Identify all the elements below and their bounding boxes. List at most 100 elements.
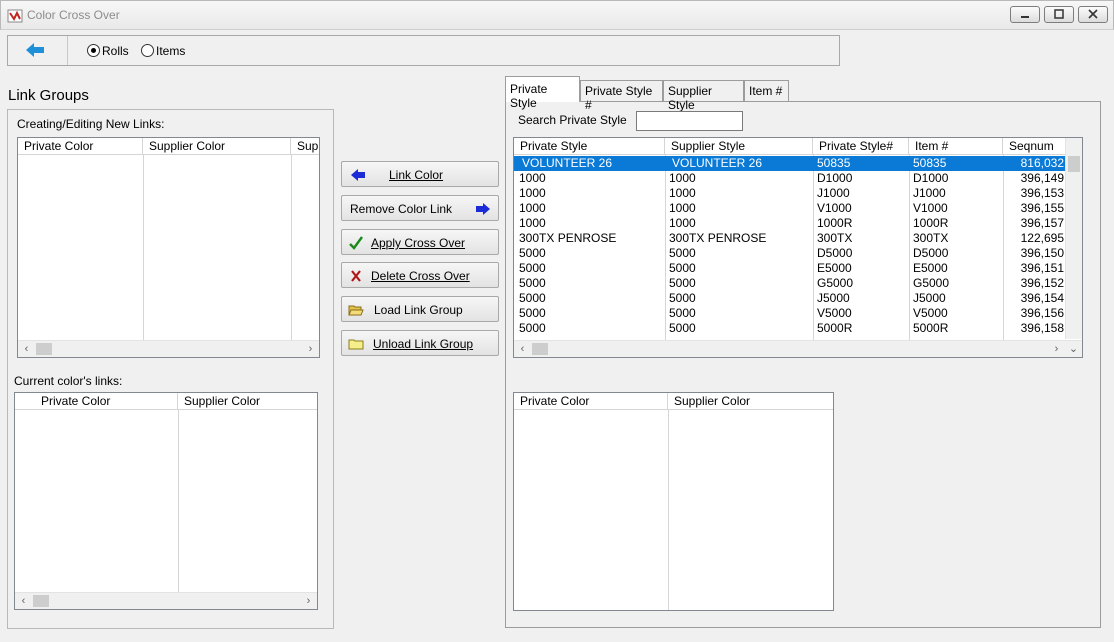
- close-button[interactable]: [1078, 6, 1108, 23]
- table-row[interactable]: 5000 5000 V5000 V5000 396,156: [514, 306, 1067, 321]
- scroll-down-icon[interactable]: ⌄: [1065, 341, 1082, 357]
- cell-private-style-number: 300TX: [817, 231, 853, 245]
- cell-seqnum: 122,695: [1020, 231, 1064, 245]
- cell-item-number: 50835: [913, 156, 947, 170]
- scroll-thumb[interactable]: [532, 343, 548, 355]
- col-private-color[interactable]: Private Color: [514, 393, 668, 410]
- col-seqnum[interactable]: Seqnum: [1003, 138, 1067, 155]
- apply-cross-over-label: Apply Cross Over: [371, 236, 466, 250]
- blue-right-arrow-icon: [476, 203, 490, 215]
- table-row[interactable]: 1000 1000 V1000 V1000 396,155: [514, 201, 1067, 216]
- remove-color-link-label: Remove Color Link: [350, 202, 453, 216]
- col-supplier-style[interactable]: Supplier Style: [665, 138, 813, 155]
- table-row[interactable]: 1000 1000 D1000 D1000 396,149: [514, 171, 1067, 186]
- cell-private-style-number: 50835: [817, 156, 851, 170]
- apply-cross-over-button[interactable]: Apply Cross Over: [341, 229, 499, 255]
- search-label: Search Private Style: [518, 113, 627, 127]
- maximize-button[interactable]: [1044, 6, 1074, 23]
- rolls-label: Rolls: [102, 43, 129, 58]
- cell-private-style-number: 5000R: [817, 321, 853, 335]
- tab-private-style-number[interactable]: Private Style #: [580, 80, 663, 112]
- cell-private-style: 300TX PENROSE: [519, 231, 617, 245]
- scroll-right-icon[interactable]: ›: [302, 341, 319, 357]
- col-private-style-number[interactable]: Private Style#: [813, 138, 909, 155]
- cell-private-style-number: J5000: [817, 291, 850, 305]
- scroll-right-icon[interactable]: ›: [1048, 341, 1065, 357]
- back-button[interactable]: [18, 40, 50, 60]
- cell-private-style: 1000: [519, 186, 546, 200]
- col-item-number[interactable]: Item #: [909, 138, 1003, 155]
- table-row[interactable]: 5000 5000 D5000 D5000 396,150: [514, 246, 1067, 261]
- new-links-hscrollbar[interactable]: ‹ ›: [18, 340, 319, 357]
- cell-private-style: 1000: [519, 171, 546, 185]
- tab-item-number[interactable]: Item #: [744, 80, 789, 101]
- cell-supplier-style: 1000: [669, 216, 696, 230]
- load-link-group-button[interactable]: Load Link Group: [341, 296, 499, 322]
- cell-item-number: 1000R: [913, 216, 949, 230]
- cell-private-style-number: V1000: [817, 201, 852, 215]
- cell-seqnum: 816,032: [1020, 156, 1064, 170]
- col-private-color[interactable]: Private Color: [18, 138, 143, 155]
- items-radio-dot[interactable]: [141, 44, 154, 58]
- red-x-icon: [351, 270, 361, 282]
- table-row[interactable]: 300TX PENROSE 300TX PENROSE 300TX 300TX 122,…: [514, 231, 1067, 246]
- scroll-left-icon[interactable]: ‹: [514, 341, 531, 357]
- style-grid-vscrollbar[interactable]: [1065, 138, 1082, 339]
- cell-private-style: 5000: [519, 306, 546, 320]
- link-color-button[interactable]: Link Color: [341, 161, 499, 187]
- scroll-right-icon[interactable]: ›: [300, 593, 317, 609]
- scroll-thumb[interactable]: [33, 595, 49, 607]
- search-input[interactable]: [636, 111, 743, 131]
- table-row[interactable]: 1000 1000 J1000 J1000 396,153: [514, 186, 1067, 201]
- table-row[interactable]: 5000 5000 5000R 5000R 396,158: [514, 321, 1067, 336]
- col-supplier-color[interactable]: Supplier Color: [178, 393, 317, 410]
- rolls-radio[interactable]: Rolls: [87, 43, 129, 58]
- delete-cross-over-label: Delete Cross Over: [371, 269, 470, 283]
- unload-link-group-label: Unload Link Group: [373, 337, 474, 351]
- cell-item-number: G5000: [913, 276, 950, 290]
- cell-seqnum: 396,158: [1020, 321, 1064, 335]
- app-icon: [7, 9, 23, 23]
- col-supplier-color[interactable]: Supplier Color: [143, 138, 291, 155]
- new-links-list[interactable]: Private Color Supplier Color Supp ‹ ›: [17, 137, 320, 358]
- table-row[interactable]: 5000 5000 G5000 G5000 396,152: [514, 276, 1067, 291]
- scroll-thumb[interactable]: [36, 343, 52, 355]
- table-row[interactable]: 5000 5000 J5000 J5000 396,154: [514, 291, 1067, 306]
- load-link-group-label: Load Link Group: [374, 303, 463, 317]
- cell-seqnum: 396,152: [1020, 276, 1064, 290]
- style-grid-hscrollbar[interactable]: ‹ › ⌄: [514, 340, 1082, 357]
- col-private-color[interactable]: Private Color: [15, 393, 178, 410]
- private-style-grid[interactable]: Private Style Supplier Style Private Sty…: [513, 137, 1083, 358]
- items-radio[interactable]: Items: [141, 43, 185, 58]
- col-private-style[interactable]: Private Style: [514, 138, 665, 155]
- cell-item-number: J1000: [913, 186, 946, 200]
- current-links-hscrollbar[interactable]: ‹ ›: [15, 592, 317, 609]
- col-supplier[interactable]: Supp: [291, 138, 319, 155]
- column-divider: [668, 410, 669, 610]
- close-icon: [1088, 9, 1098, 19]
- cell-supplier-style: 5000: [669, 291, 696, 305]
- delete-cross-over-button[interactable]: Delete Cross Over: [341, 262, 499, 288]
- color-links-grid[interactable]: Private Color Supplier Color: [513, 392, 834, 611]
- folder-icon: [348, 339, 364, 350]
- new-links-header: Private Color Supplier Color Supp: [18, 138, 319, 155]
- scroll-thumb[interactable]: [1068, 156, 1080, 172]
- minimize-button[interactable]: [1010, 6, 1040, 23]
- remove-color-link-button[interactable]: Remove Color Link: [341, 195, 499, 221]
- tab-supplier-style[interactable]: Supplier Style: [663, 80, 744, 112]
- col-supplier-color[interactable]: Supplier Color: [668, 393, 833, 410]
- cell-item-number: E5000: [913, 261, 948, 275]
- cell-item-number: V1000: [913, 201, 948, 215]
- unload-link-group-button[interactable]: Unload Link Group: [341, 330, 499, 356]
- creating-links-label: Creating/Editing New Links:: [17, 117, 165, 131]
- table-row[interactable]: 5000 5000 E5000 E5000 396,151: [514, 261, 1067, 276]
- table-row[interactable]: 1000 1000 1000R 1000R 396,157: [514, 216, 1067, 231]
- cell-item-number: D5000: [913, 246, 949, 260]
- tab-private-style[interactable]: Private Style: [505, 76, 580, 110]
- rolls-radio-dot[interactable]: [87, 44, 100, 58]
- scroll-left-icon[interactable]: ‹: [18, 341, 35, 357]
- cell-private-style-number: D1000: [817, 171, 853, 185]
- current-links-list[interactable]: Private Color Supplier Color ‹ ›: [14, 392, 318, 610]
- scroll-left-icon[interactable]: ‹: [15, 593, 32, 609]
- table-row[interactable]: VOLUNTEER 26 VOLUNTEER 26 50835 50835 816,03…: [514, 156, 1067, 171]
